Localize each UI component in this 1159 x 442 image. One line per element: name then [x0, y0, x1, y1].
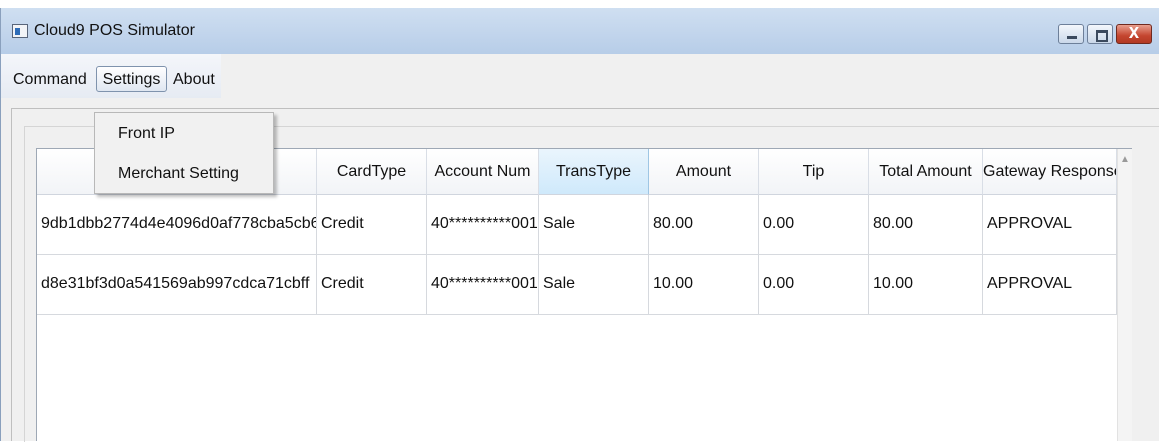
cell-id: 9db1dbb2774d4e4096d0af778cba5cb6	[37, 195, 317, 254]
vertical-scrollbar[interactable]: ▲	[1117, 149, 1132, 441]
menu-settings[interactable]: Settings	[96, 66, 167, 92]
column-header-tip[interactable]: Tip	[759, 149, 869, 195]
cell-account-num: 40**********0016	[427, 255, 539, 314]
menu-command[interactable]: Command	[9, 67, 95, 93]
window-title: Cloud9 POS Simulator	[34, 22, 195, 39]
top-cropped-strip	[0, 0, 1159, 8]
menu-item-front-ip[interactable]: Front IP	[97, 117, 271, 151]
menu-about[interactable]: About	[167, 67, 227, 93]
cell-amount: 80.00	[649, 195, 759, 254]
minimize-button[interactable]	[1058, 24, 1084, 44]
column-header-amount[interactable]: Amount	[649, 149, 759, 195]
app-window: Cloud9 POS Simulator X Command Settings …	[0, 8, 1159, 442]
app-icon	[12, 24, 28, 38]
column-header-cardtype[interactable]: CardType	[317, 149, 427, 195]
column-header-gateway-response[interactable]: Gateway Response	[983, 149, 1117, 195]
column-header-transtype[interactable]: TransType	[539, 149, 649, 195]
cell-tip: 0.00	[759, 195, 869, 254]
minimize-icon	[1067, 36, 1077, 39]
close-icon: X	[1128, 24, 1140, 42]
cell-total-amount: 80.00	[869, 195, 983, 254]
settings-dropdown-menu: Front IP Merchant Setting	[94, 112, 274, 194]
menu-item-merchant-setting[interactable]: Merchant Setting	[97, 157, 271, 191]
maximize-icon	[1096, 30, 1108, 42]
cell-trans-type: Sale	[539, 195, 649, 254]
cell-trans-type: Sale	[539, 255, 649, 314]
maximize-button[interactable]	[1087, 24, 1113, 44]
cell-card-type: Credit	[317, 195, 427, 254]
table-row[interactable]: 9db1dbb2774d4e4096d0af778cba5cb6 Credit …	[37, 195, 1117, 255]
menu-bar: Command Settings About	[1, 54, 1159, 98]
cell-amount: 10.00	[649, 255, 759, 314]
cell-gateway-response: APPROVAL	[983, 195, 1117, 254]
cell-id: d8e31bf3d0a541569ab997cdca71cbff	[37, 255, 317, 314]
column-header-total-amount[interactable]: Total Amount	[869, 149, 983, 195]
close-button[interactable]: X	[1116, 24, 1152, 44]
cell-tip: 0.00	[759, 255, 869, 314]
cell-card-type: Credit	[317, 255, 427, 314]
cell-account-num: 40**********0016	[427, 195, 539, 254]
column-header-account-num[interactable]: Account Num	[427, 149, 539, 195]
table-row[interactable]: d8e31bf3d0a541569ab997cdca71cbff Credit …	[37, 255, 1117, 315]
title-bar: Cloud9 POS Simulator X	[1, 8, 1159, 54]
scroll-up-icon[interactable]: ▲	[1120, 154, 1130, 165]
cell-total-amount: 10.00	[869, 255, 983, 314]
cell-gateway-response: APPROVAL	[983, 255, 1117, 314]
